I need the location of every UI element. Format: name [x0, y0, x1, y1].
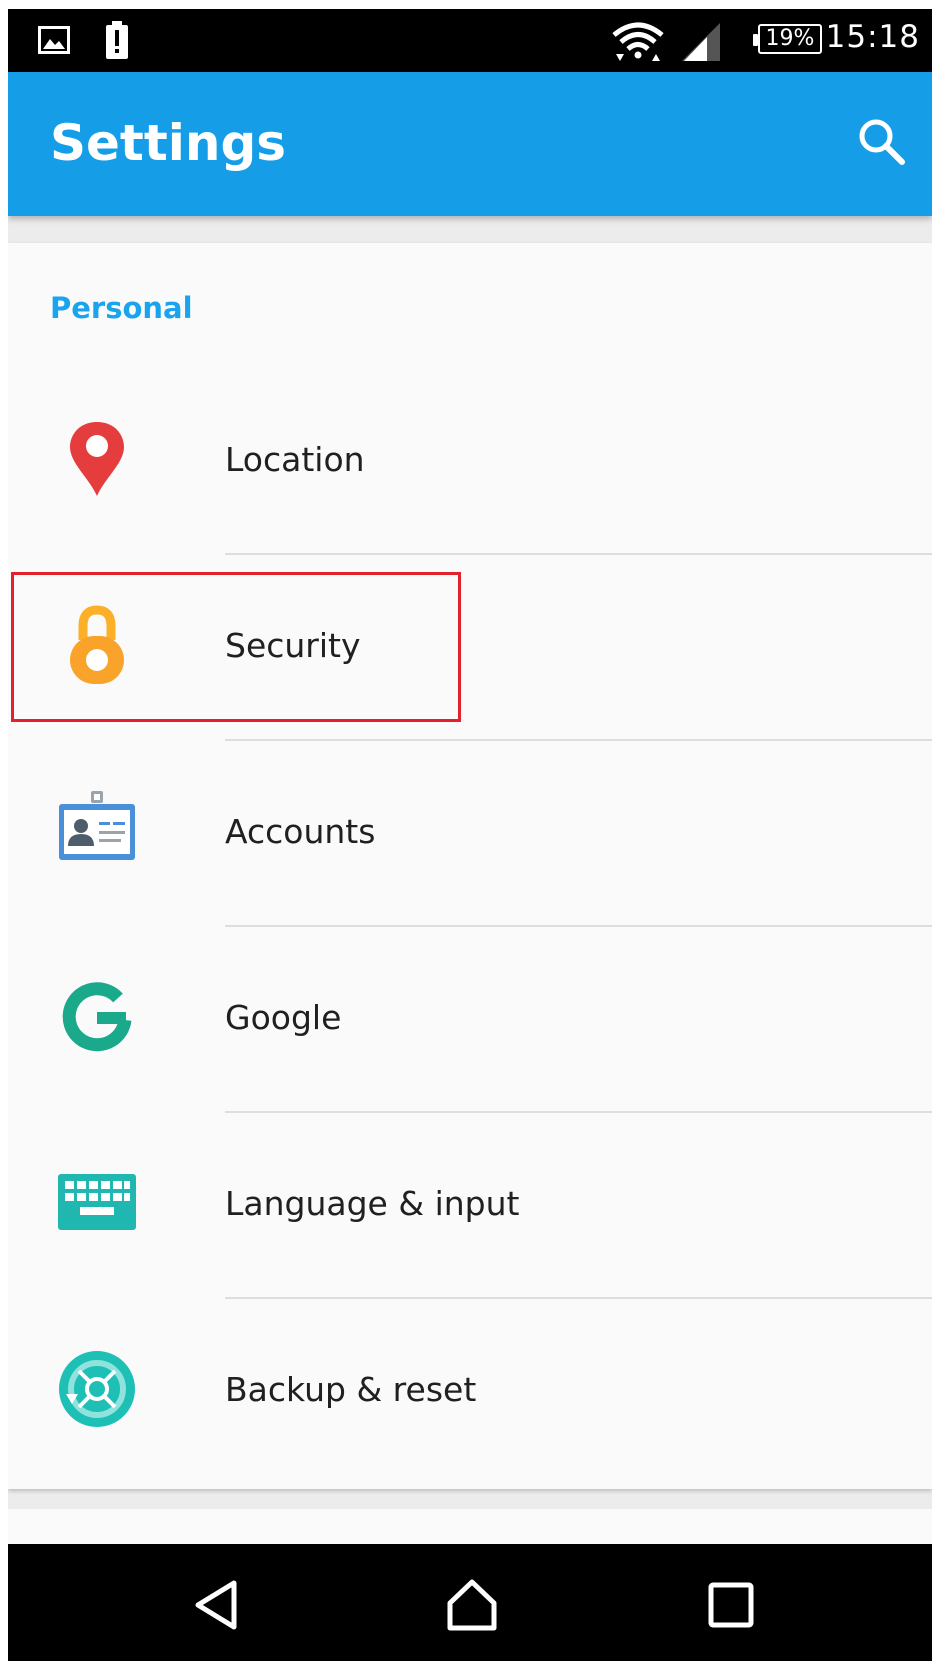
settings-item-label: Language & input: [225, 1184, 520, 1223]
settings-item-label: Security: [225, 626, 361, 665]
divider: [225, 925, 932, 927]
settings-item-label: Backup & reset: [225, 1370, 477, 1409]
id-badge-icon: [59, 791, 135, 860]
settings-card: Personal Location Security Accounts Goog…: [8, 243, 932, 1489]
home-icon[interactable]: [444, 1577, 500, 1633]
backup-icon: [59, 1351, 135, 1427]
divider: [225, 739, 932, 741]
divider: [225, 1297, 932, 1299]
signal-icon: [682, 23, 720, 61]
navigation-bar: [8, 1544, 932, 1661]
padlock-icon: [70, 605, 124, 684]
settings-item-label: Google: [225, 998, 342, 1037]
section-header-personal: Personal: [50, 291, 193, 325]
back-icon[interactable]: [190, 1577, 246, 1633]
divider: [225, 1111, 932, 1113]
google-g-icon: [62, 982, 132, 1052]
image-icon: [38, 26, 70, 54]
location-pin-icon: [70, 422, 124, 496]
screen: 19% 15:18 Settings Personal Location Sec…: [8, 9, 932, 1661]
divider: [225, 553, 932, 555]
wifi-icon: [612, 22, 664, 61]
settings-item-google[interactable]: Google: [8, 928, 932, 1113]
search-icon[interactable]: [852, 112, 912, 172]
settings-item-backup-reset[interactable]: Backup & reset: [8, 1300, 932, 1485]
battery-alert-icon: [106, 21, 128, 59]
settings-item-location[interactable]: Location: [8, 370, 932, 555]
settings-item-label: Accounts: [225, 812, 376, 851]
settings-item-security[interactable]: Security: [8, 556, 932, 741]
page-title: Settings: [50, 114, 287, 172]
app-bar: Settings: [8, 72, 932, 216]
settings-item-label: Location: [225, 440, 365, 479]
status-bar: 19% 15:18: [8, 9, 932, 72]
keyboard-icon: [58, 1174, 136, 1230]
settings-item-language-input[interactable]: Language & input: [8, 1114, 932, 1299]
settings-item-accounts[interactable]: Accounts: [8, 742, 932, 927]
recents-icon[interactable]: [703, 1577, 759, 1633]
clock: 15:18: [825, 19, 920, 55]
battery-indicator: 19%: [753, 24, 822, 54]
